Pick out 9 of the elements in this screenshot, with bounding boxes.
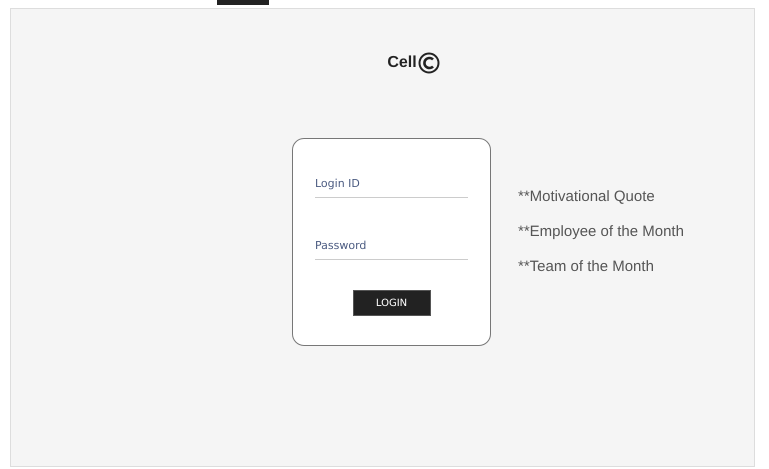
input-field[interactable]: Password bbox=[315, 233, 468, 260]
login-button[interactable]: LOGIN bbox=[352, 290, 430, 316]
highlight-text: **Motivational Quote bbox=[518, 188, 656, 206]
circled-c-logo-icon bbox=[418, 52, 440, 74]
tab-block bbox=[217, 0, 269, 5]
logo-text: Cell bbox=[387, 54, 417, 72]
highlight-text: **Team of the Month bbox=[518, 258, 655, 276]
input-field[interactable]: Login ID bbox=[315, 171, 468, 198]
highlight-text: **Employee of the Month bbox=[518, 223, 684, 241]
